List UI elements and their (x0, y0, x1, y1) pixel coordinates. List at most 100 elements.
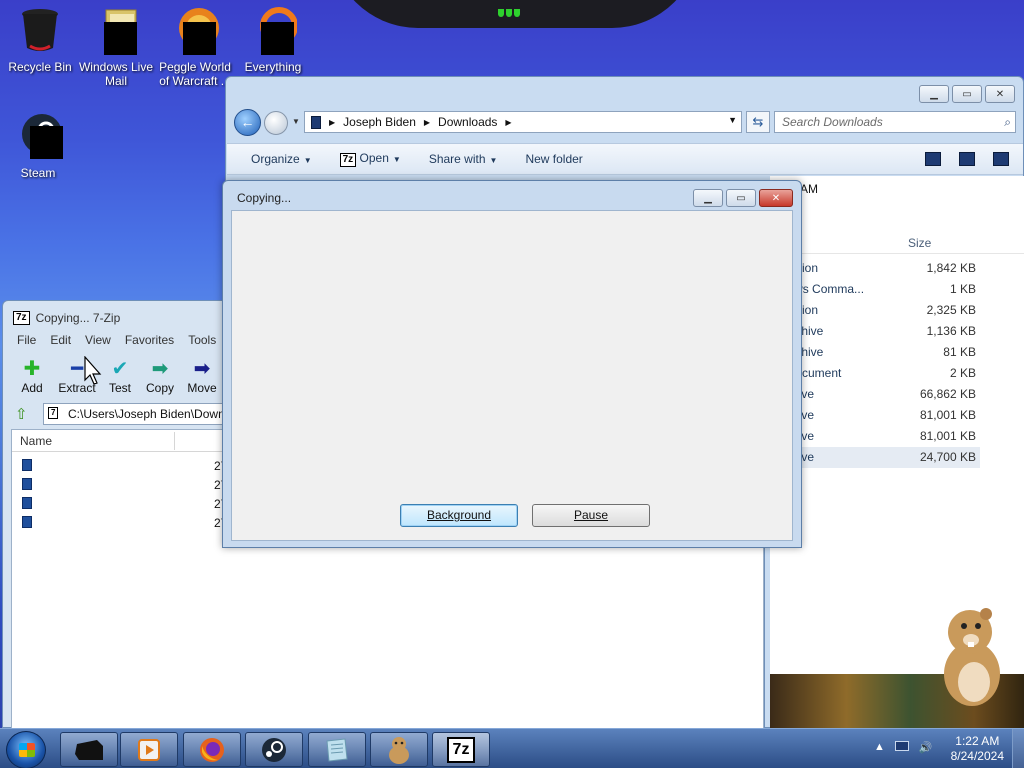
taskbar-item-media-player[interactable] (120, 732, 178, 767)
folder-up-icon[interactable]: ⇧ (15, 405, 33, 423)
file-icon (22, 478, 32, 490)
organize-label: Organize (251, 152, 300, 166)
back-button[interactable]: ← (234, 109, 261, 136)
file-size: 81,001 KB (919, 429, 976, 443)
desktop-icon-steam[interactable]: Steam (0, 112, 78, 180)
refresh-button[interactable]: ⇆ (746, 111, 770, 133)
network-icon[interactable] (894, 741, 909, 751)
breadcrumb-separator-icon: ▶ (329, 117, 336, 127)
desktop-icon-recycle-bin[interactable]: Recycle Bin (0, 6, 80, 74)
share-with-button[interactable]: Share with ▼ (429, 152, 498, 166)
column-header-size[interactable]: Size (908, 236, 931, 250)
search-icon[interactable]: ⌕ (1004, 112, 1011, 132)
system-tray: ▲ 🔊 1:22 AM 8/24/2024 (864, 729, 1024, 768)
clock[interactable]: 1:22 AM 8/24/2024 (951, 734, 1004, 764)
list-item[interactable]: 27 (20, 475, 230, 494)
maximize-button[interactable]: ▭ (952, 85, 982, 103)
menu-tools[interactable]: Tools (188, 333, 216, 347)
test-label: Test (108, 381, 131, 395)
breadcrumb-item-downloads[interactable]: Downloads (438, 115, 497, 129)
file-size: 81,001 KB (919, 408, 976, 422)
chevron-down-icon: ▼ (392, 155, 401, 164)
start-button[interactable] (6, 731, 46, 768)
minimize-button[interactable]: ▁ (919, 85, 949, 103)
check-icon: ✔ (111, 357, 129, 380)
pause-button[interactable]: Pause (532, 504, 650, 527)
desktop-icon-windows-live-mail[interactable]: Windows Live Mail (76, 6, 156, 88)
7zip-icon: 7z (339, 153, 357, 167)
menu-view[interactable]: View (85, 333, 111, 347)
file-size: 66,862 KB (919, 387, 976, 401)
recent-pages-dropdown[interactable]: ▼ (292, 117, 300, 126)
breadcrumb-separator-icon: ▶ (505, 117, 512, 127)
file-size: 24,700 KB (919, 450, 976, 464)
background-button[interactable]: Background (400, 504, 518, 527)
close-icon: ✕ (771, 192, 781, 204)
forward-button[interactable] (264, 111, 288, 135)
organize-button[interactable]: Organize ▼ (251, 152, 312, 166)
7zip-icon: 7 (48, 407, 59, 419)
close-button[interactable]: ✕ (985, 85, 1015, 103)
taskbar-item-steam[interactable] (245, 732, 303, 767)
maximize-button[interactable]: ▭ (726, 189, 756, 207)
new-folder-button[interactable]: New folder (525, 152, 582, 166)
file-size: 81 KB (943, 345, 976, 359)
menu-favorites[interactable]: Favorites (125, 333, 174, 347)
file-size: 1,842 KB (926, 261, 976, 275)
file-list-header: pe Size (770, 232, 1024, 254)
file-size: 1,136 KB (926, 324, 976, 338)
hamster-desktop-pet[interactable] (936, 604, 1006, 708)
file-icon (22, 516, 32, 528)
menu-edit[interactable]: Edit (50, 333, 71, 347)
desktop-icon-label: Windows Live Mail (78, 60, 154, 88)
recycle-bin-icon (16, 6, 64, 54)
dialog-body: Background Pause (231, 210, 793, 541)
show-desktop-button[interactable] (1012, 729, 1024, 768)
taskbar-item-black-app[interactable] (60, 732, 118, 767)
open-button[interactable]: 7z Open ▼ (339, 151, 401, 167)
7zip-path-bar: ⇧ 7 C:\Users\Joseph Biden\Downl (11, 403, 233, 425)
close-button[interactable]: ✕ (759, 189, 793, 207)
refresh-icon: ⇆ (752, 114, 764, 129)
taskbar-item-hamster[interactable] (370, 732, 428, 767)
column-header-name[interactable]: Name (20, 434, 52, 448)
chevron-down-icon: ▼ (489, 156, 498, 165)
desktop-icon-everything[interactable]: Everything (233, 6, 313, 74)
breadcrumb-separator-icon: ▶ (423, 117, 431, 127)
address-dropdown-icon[interactable]: ▼ (728, 115, 737, 125)
view-controls (925, 152, 1009, 166)
move-button[interactable]: ➡ Move (181, 355, 223, 396)
taskbar-item-firefox[interactable] (183, 732, 241, 767)
search-input[interactable]: Search Downloads ⌕ (774, 111, 1016, 133)
notepad-icon (326, 737, 348, 762)
7zip-toolbar: ✚ Add ━ Extract ✔ Test ➡ Copy ➡ Move (11, 355, 223, 396)
breadcrumb-item-user[interactable]: Joseph Biden (343, 115, 416, 129)
explorer-title-buttons: ▁ ▭ ✕ (919, 85, 1015, 103)
show-hidden-icons-icon[interactable]: ▲ (874, 741, 885, 754)
list-item[interactable]: 27 (20, 494, 230, 513)
clock-date: 8/24/2024 (950, 749, 1004, 763)
menu-file[interactable]: File (17, 333, 36, 347)
taskbar-item-7zip[interactable]: 7z (432, 732, 490, 767)
list-item[interactable]: 27 (20, 456, 230, 475)
taskbar-item-notepad[interactable] (308, 732, 366, 767)
copy-button[interactable]: ➡ Copy (139, 355, 181, 396)
list-item[interactable]: 27 (20, 513, 230, 532)
preview-pane-icon[interactable] (959, 152, 975, 166)
file-size: 1 KB (949, 282, 976, 296)
column-divider (174, 432, 175, 450)
search-placeholder: Search Downloads (782, 115, 883, 129)
speaker-icon[interactable]: 🔊 (919, 741, 933, 754)
desktop-icon-peggle[interactable]: Peggle World of Warcraft ... (155, 6, 235, 88)
test-button[interactable]: ✔ Test (101, 355, 139, 396)
address-bar[interactable]: ▶ Joseph Biden ▶ Downloads ▶ ▼ (304, 111, 742, 133)
add-label: Add (21, 381, 43, 395)
tray-icons: ▲ 🔊 (874, 741, 933, 754)
arrow-left-icon: ← (240, 114, 255, 130)
change-view-icon[interactable] (925, 152, 941, 166)
minimize-button[interactable]: ▁ (693, 189, 723, 207)
help-icon[interactable] (993, 152, 1009, 166)
path-input[interactable]: 7 C:\Users\Joseph Biden\Downl (43, 403, 233, 425)
7zip-title-text: Copying... 7-Zip (35, 311, 121, 325)
add-button[interactable]: ✚ Add (11, 355, 53, 396)
